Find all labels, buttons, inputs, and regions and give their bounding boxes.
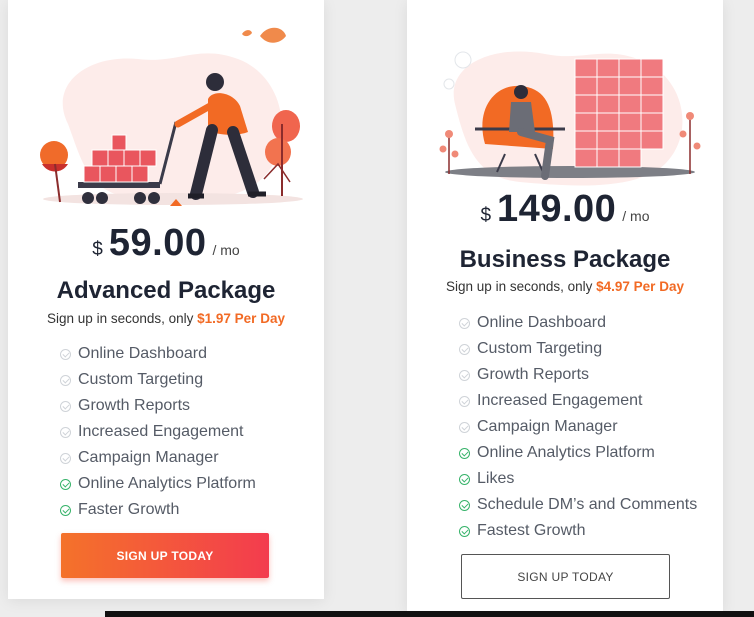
business-package-card: $ 149.00 / mo Business Package Sign up i… — [407, 0, 723, 612]
feature-item: Campaign Manager — [60, 445, 256, 471]
feature-label: Increased Engagement — [477, 392, 643, 409]
advanced-package-card: $ 59.00 / mo Advanced Package Sign up in… — [8, 0, 324, 599]
sign-up-button[interactable]: SIGN UP TODAY — [461, 554, 670, 599]
feature-item: Campaign Manager — [459, 414, 697, 440]
subline-prefix: Sign up in seconds, only — [47, 311, 198, 326]
feature-item: Likes — [459, 466, 697, 492]
check-circle-active-icon — [459, 447, 470, 459]
feature-label: Online Analytics Platform — [78, 475, 256, 492]
feature-item: Online Analytics Platform — [459, 440, 697, 466]
check-circle-active-icon — [459, 473, 470, 485]
check-circle-inactive-icon — [60, 348, 71, 360]
check-circle-inactive-icon — [459, 421, 470, 433]
price-period: / mo — [212, 242, 240, 258]
per-day-price: $4.97 Per Day — [596, 279, 684, 294]
feature-item: Online Dashboard — [459, 310, 697, 336]
check-circle-active-icon — [60, 504, 71, 516]
feature-item: Increased Engagement — [459, 388, 697, 414]
price-amount: 149.00 — [497, 188, 617, 230]
currency-symbol: $ — [92, 239, 103, 260]
feature-list: Online Dashboard Custom Targeting Growth R… — [60, 341, 256, 523]
price-period: / mo — [622, 208, 650, 224]
feature-label: Campaign Manager — [78, 449, 219, 466]
feature-item: Fastest Growth — [459, 518, 697, 544]
business-price: $ 149.00 / mo — [407, 188, 723, 231]
feature-label: Fastest Growth — [477, 522, 586, 539]
check-circle-inactive-icon — [459, 369, 470, 381]
feature-label: Online Dashboard — [78, 345, 207, 362]
feature-item: Custom Targeting — [459, 336, 697, 362]
check-circle-active-icon — [459, 525, 470, 537]
per-day-price: $1.97 Per Day — [197, 311, 285, 326]
feature-label: Faster Growth — [78, 501, 180, 518]
check-circle-inactive-icon — [459, 317, 470, 329]
feature-label: Campaign Manager — [477, 418, 618, 435]
check-circle-inactive-icon — [459, 395, 470, 407]
business-illustration — [439, 51, 701, 186]
check-circle-active-icon — [459, 499, 470, 511]
feature-item: Schedule DM’s and Comments — [459, 492, 697, 518]
check-circle-inactive-icon — [60, 426, 71, 438]
feature-label: Likes — [477, 470, 515, 487]
feature-label: Growth Reports — [78, 397, 191, 414]
advanced-price: $ 59.00 / mo — [8, 222, 324, 265]
package-title: Advanced Package — [56, 277, 276, 304]
feature-list: Online Dashboard Custom Targeting Growth R… — [459, 310, 697, 544]
feature-label: Custom Targeting — [78, 371, 204, 388]
feature-item: Faster Growth — [60, 497, 256, 523]
check-circle-inactive-icon — [60, 400, 71, 412]
feature-item: Growth Reports — [459, 362, 697, 388]
pricing-page: $ 59.00 / mo Advanced Package Sign up in… — [0, 0, 754, 617]
feature-label: Online Dashboard — [477, 314, 606, 331]
advanced-illustration — [40, 27, 303, 206]
feature-item: Custom Targeting — [60, 367, 256, 393]
feature-label: Growth Reports — [477, 366, 590, 383]
bottom-bar — [105, 611, 754, 617]
sign-up-button[interactable]: SIGN UP TODAY — [61, 533, 269, 578]
feature-item: Increased Engagement — [60, 419, 256, 445]
currency-symbol: $ — [480, 205, 492, 226]
feature-item: Online Dashboard — [60, 341, 256, 367]
feature-label: Custom Targeting — [477, 340, 603, 357]
feature-label: Increased Engagement — [78, 423, 244, 440]
check-circle-inactive-icon — [60, 374, 71, 386]
check-circle-inactive-icon — [60, 452, 71, 464]
check-circle-active-icon — [60, 478, 71, 490]
subline-prefix: Sign up in seconds, only — [446, 279, 597, 294]
check-circle-inactive-icon — [459, 343, 470, 355]
price-amount: 59.00 — [108, 222, 207, 264]
package-title: Business Package — [459, 246, 671, 273]
feature-item: Growth Reports — [60, 393, 256, 419]
feature-item: Online Analytics Platform — [60, 471, 256, 497]
feature-label: Online Analytics Platform — [477, 444, 655, 461]
feature-label: Schedule DM’s and Comments — [477, 496, 698, 513]
package-subline: Sign up in seconds, only $1.97 Per Day — [8, 311, 324, 326]
package-subline: Sign up in seconds, only $4.97 Per Day — [407, 279, 723, 294]
